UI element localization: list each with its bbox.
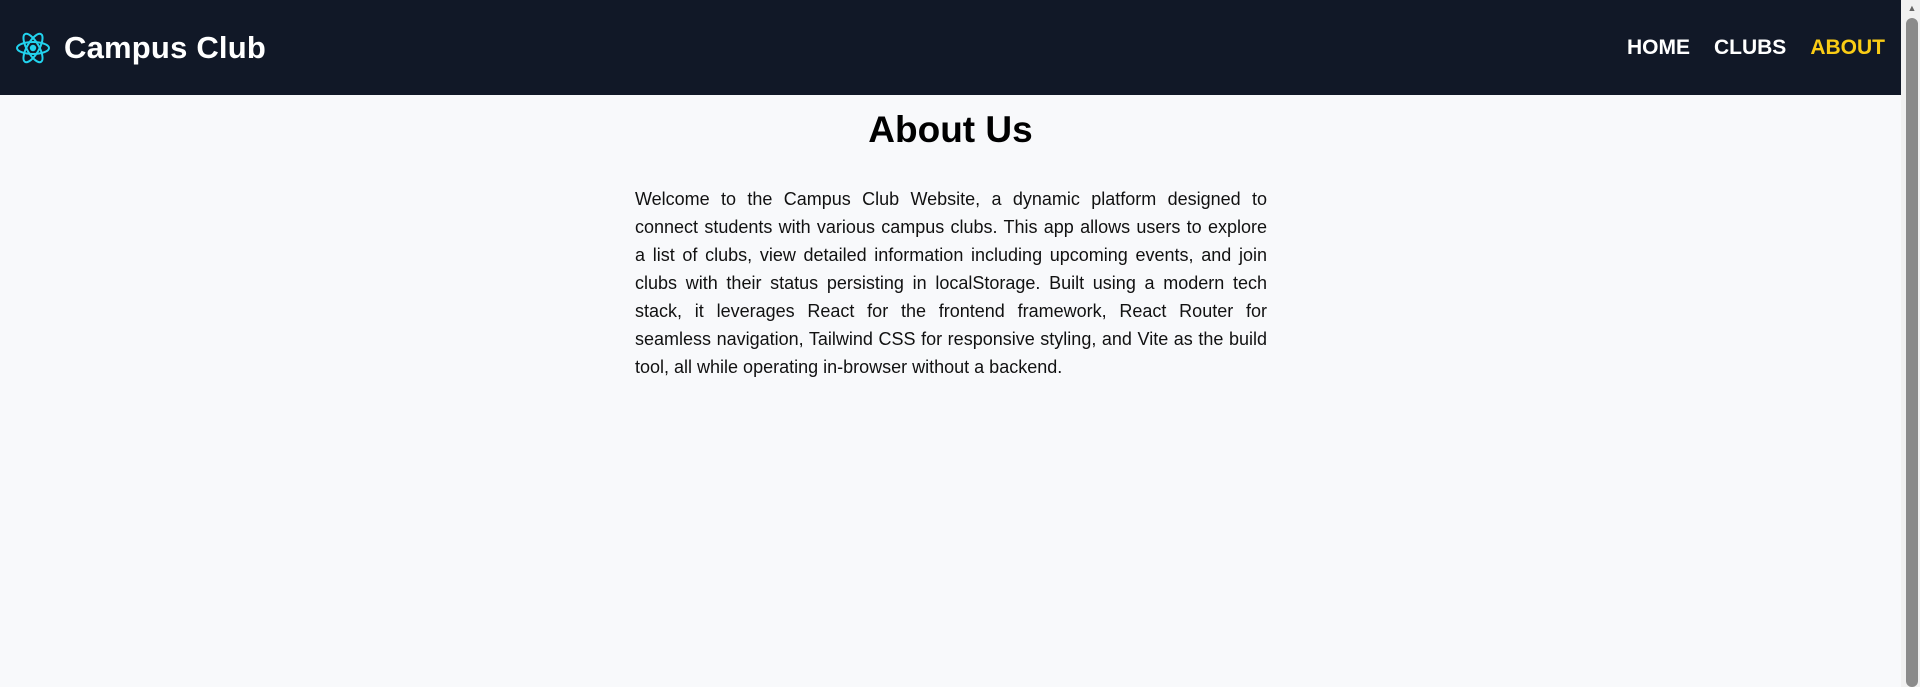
about-page-content: About Us Welcome to the Campus Club Webs… bbox=[0, 95, 1901, 687]
react-atom-icon bbox=[14, 29, 52, 67]
scrollbar-thumb[interactable] bbox=[1906, 18, 1918, 687]
site-title: Campus Club bbox=[64, 29, 266, 65]
vertical-scrollbar[interactable]: ▲ bbox=[1901, 0, 1920, 687]
scroll-up-icon[interactable]: ▲ bbox=[1906, 3, 1918, 13]
brand-link[interactable]: Campus Club bbox=[14, 29, 266, 67]
main-navigation: HOME CLUBS ABOUT bbox=[1627, 36, 1885, 60]
top-navbar: Campus Club HOME CLUBS ABOUT bbox=[0, 0, 1901, 95]
nav-clubs-link[interactable]: CLUBS bbox=[1714, 36, 1786, 60]
page-title: About Us bbox=[868, 109, 1033, 150]
app-root: Campus Club HOME CLUBS ABOUT About Us We… bbox=[0, 0, 1920, 687]
nav-home-link[interactable]: HOME bbox=[1627, 36, 1690, 60]
nav-about-link[interactable]: ABOUT bbox=[1810, 36, 1885, 60]
about-description: Welcome to the Campus Club Website, a dy… bbox=[635, 189, 1267, 377]
